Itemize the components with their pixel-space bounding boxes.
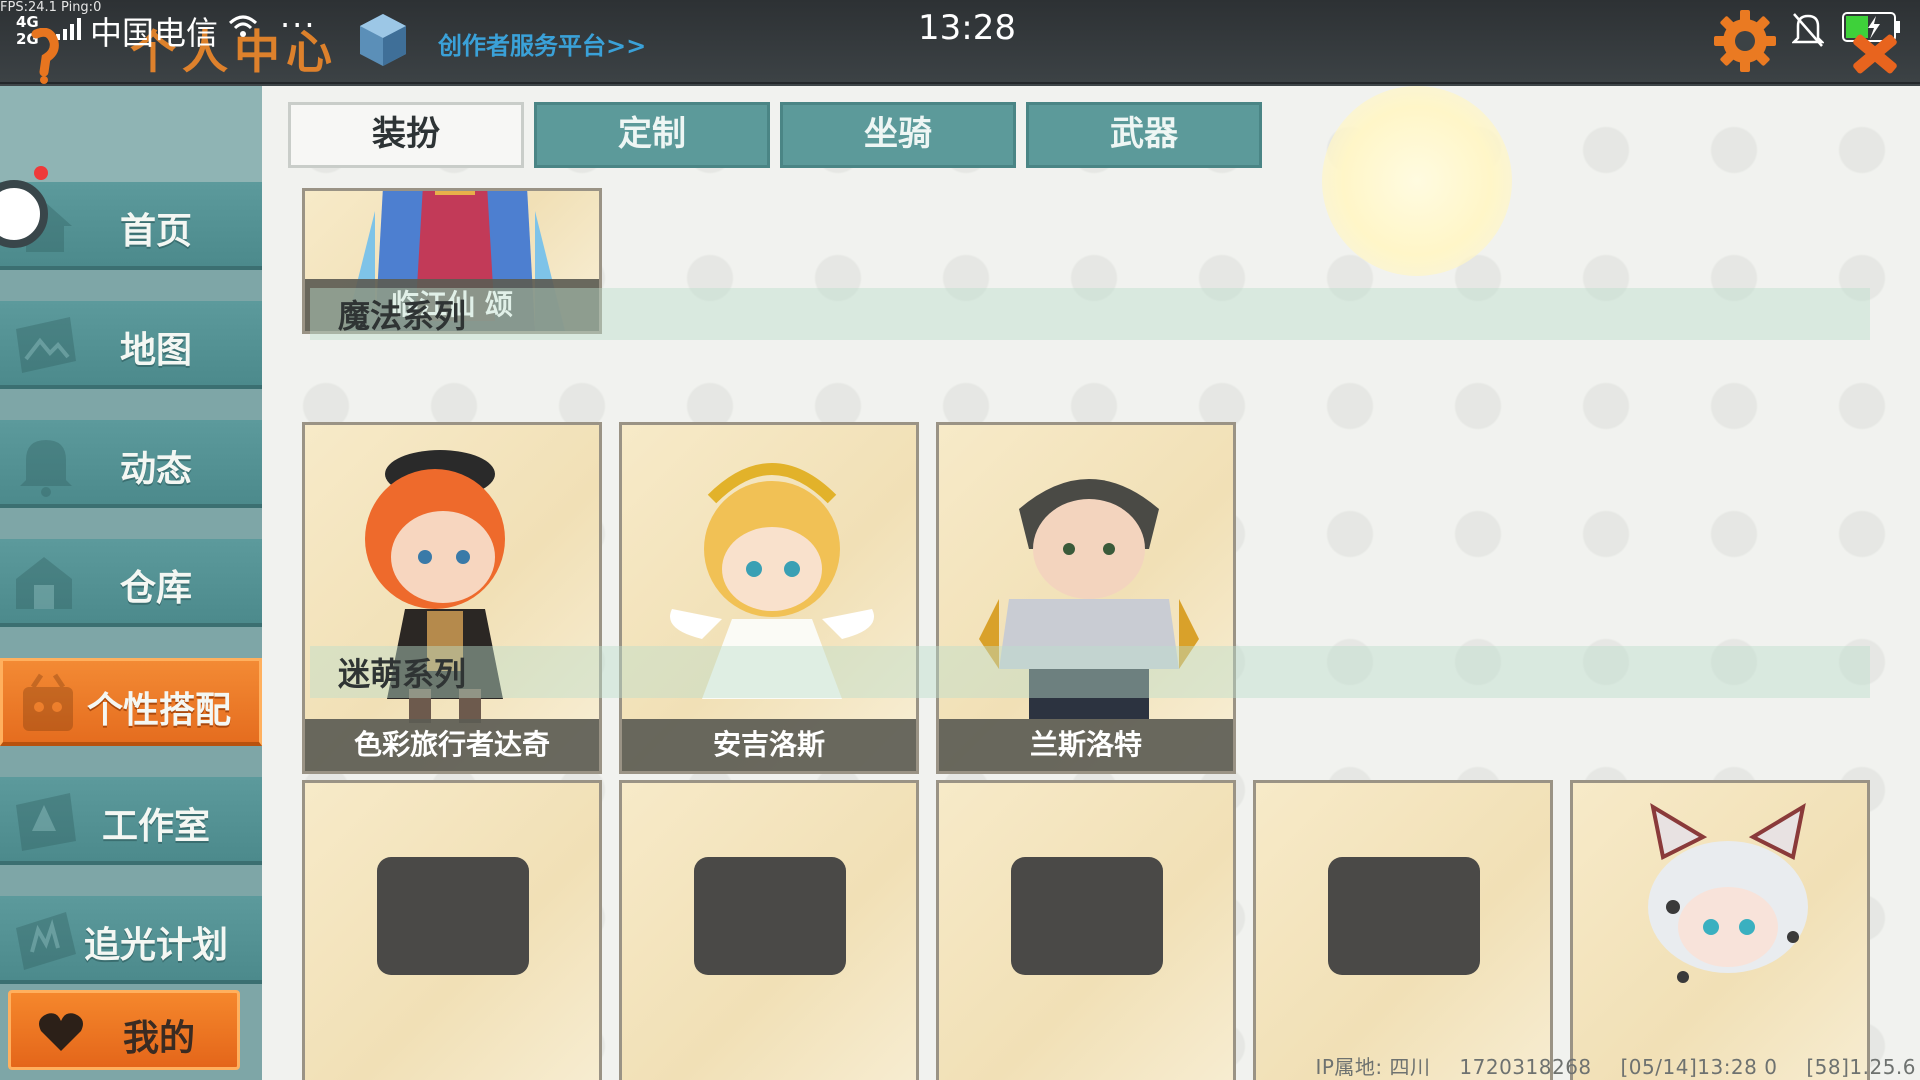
sidebar-item-label: 动态	[119, 449, 192, 490]
skin-card[interactable]: 安吉洛斯	[619, 422, 919, 774]
locked-skin-card[interactable]	[936, 780, 1236, 1080]
sidebar-item-warehouse[interactable]: 仓库	[0, 539, 262, 627]
notification-dot	[34, 166, 48, 180]
mine-button[interactable]: 我的	[8, 990, 240, 1070]
carrier-name: 中国电信	[90, 14, 219, 52]
sidebar: 首页 地图 动态 仓库 个性搭配 工作室 追光计划	[0, 86, 262, 1080]
section-title: 迷萌系列	[338, 655, 467, 693]
section-header	[310, 288, 1870, 340]
settings-gear-icon[interactable]	[1712, 8, 1778, 74]
sidebar-item-outfit[interactable]: 个性搭配	[0, 658, 262, 746]
ip-location: IP属地: 四川	[1315, 1055, 1431, 1079]
back-icon[interactable]	[22, 28, 82, 84]
sidebar-item-label: 个性搭配	[86, 690, 231, 731]
heart-icon	[39, 1013, 83, 1051]
skin-card-label: 色彩旅行者达奇	[305, 719, 599, 771]
close-icon[interactable]	[1846, 28, 1902, 76]
locked-skin-card[interactable]	[619, 780, 919, 1080]
locked-skin-card[interactable]	[1253, 780, 1553, 1080]
sidebar-item-label: 工作室	[101, 806, 210, 847]
locked-skin-card[interactable]	[302, 780, 602, 1080]
status-bar: FPS:24.1 Ping:0 4G 2G 个人中心 中国电信 ··· 创作者服…	[0, 0, 1920, 84]
skin-card-label: 兰斯洛特	[939, 719, 1233, 771]
notification-bell-icon	[1792, 13, 1824, 47]
clock: 13:28	[918, 8, 1016, 48]
skin-card[interactable]: 色彩旅行者达奇	[302, 422, 602, 774]
sidebar-item-chase-light[interactable]: 追光计划	[0, 896, 262, 984]
timestamp: [05/14]13:28 0	[1620, 1055, 1778, 1079]
loading-placeholder	[1011, 857, 1163, 975]
mine-label: 我的	[123, 1018, 196, 1059]
outfit-content: 装扮 定制 坐骑 武器 临江仙 颂 魔法系列 色彩旅行者达奇 安吉洛斯 兰斯洛特…	[262, 86, 1920, 1080]
skin-card[interactable]	[1570, 780, 1870, 1080]
tab-weapon[interactable]: 武器	[1026, 102, 1262, 168]
user-id: 1720318268	[1459, 1055, 1592, 1079]
version: [58]1.25.6	[1806, 1055, 1916, 1079]
section-header	[310, 646, 1870, 698]
creator-platform-link[interactable]: 创作者服务平台>>	[438, 26, 646, 61]
tab-custom[interactable]: 定制	[534, 102, 770, 168]
loading-placeholder	[1328, 857, 1480, 975]
sidebar-item-feed[interactable]: 动态	[0, 420, 262, 508]
more-icon: ···	[280, 6, 317, 44]
wifi-icon	[228, 15, 258, 37]
sun-glow-decoration	[1322, 86, 1512, 276]
tab-mount[interactable]: 坐骑	[780, 102, 1016, 168]
sidebar-item-label: 追光计划	[83, 925, 228, 966]
tab-costume[interactable]: 装扮	[288, 102, 524, 168]
sidebar-item-label: 地图	[119, 330, 192, 371]
sidebar-item-label: 仓库	[119, 568, 192, 609]
loading-placeholder	[694, 857, 846, 975]
skin-card[interactable]: 兰斯洛特	[936, 422, 1236, 774]
section-title: 魔法系列	[338, 297, 467, 335]
sidebar-item-map[interactable]: 地图	[0, 301, 262, 389]
skin-card-label: 安吉洛斯	[622, 719, 916, 771]
footer-info: IP属地: 四川 1720318268 [05/14]13:28 0 [58]1…	[1293, 1051, 1916, 1080]
character-image	[1648, 802, 1808, 983]
creator-logo-icon[interactable]	[358, 12, 408, 68]
loading-placeholder	[377, 857, 529, 975]
sidebar-item-studio[interactable]: 工作室	[0, 777, 262, 865]
